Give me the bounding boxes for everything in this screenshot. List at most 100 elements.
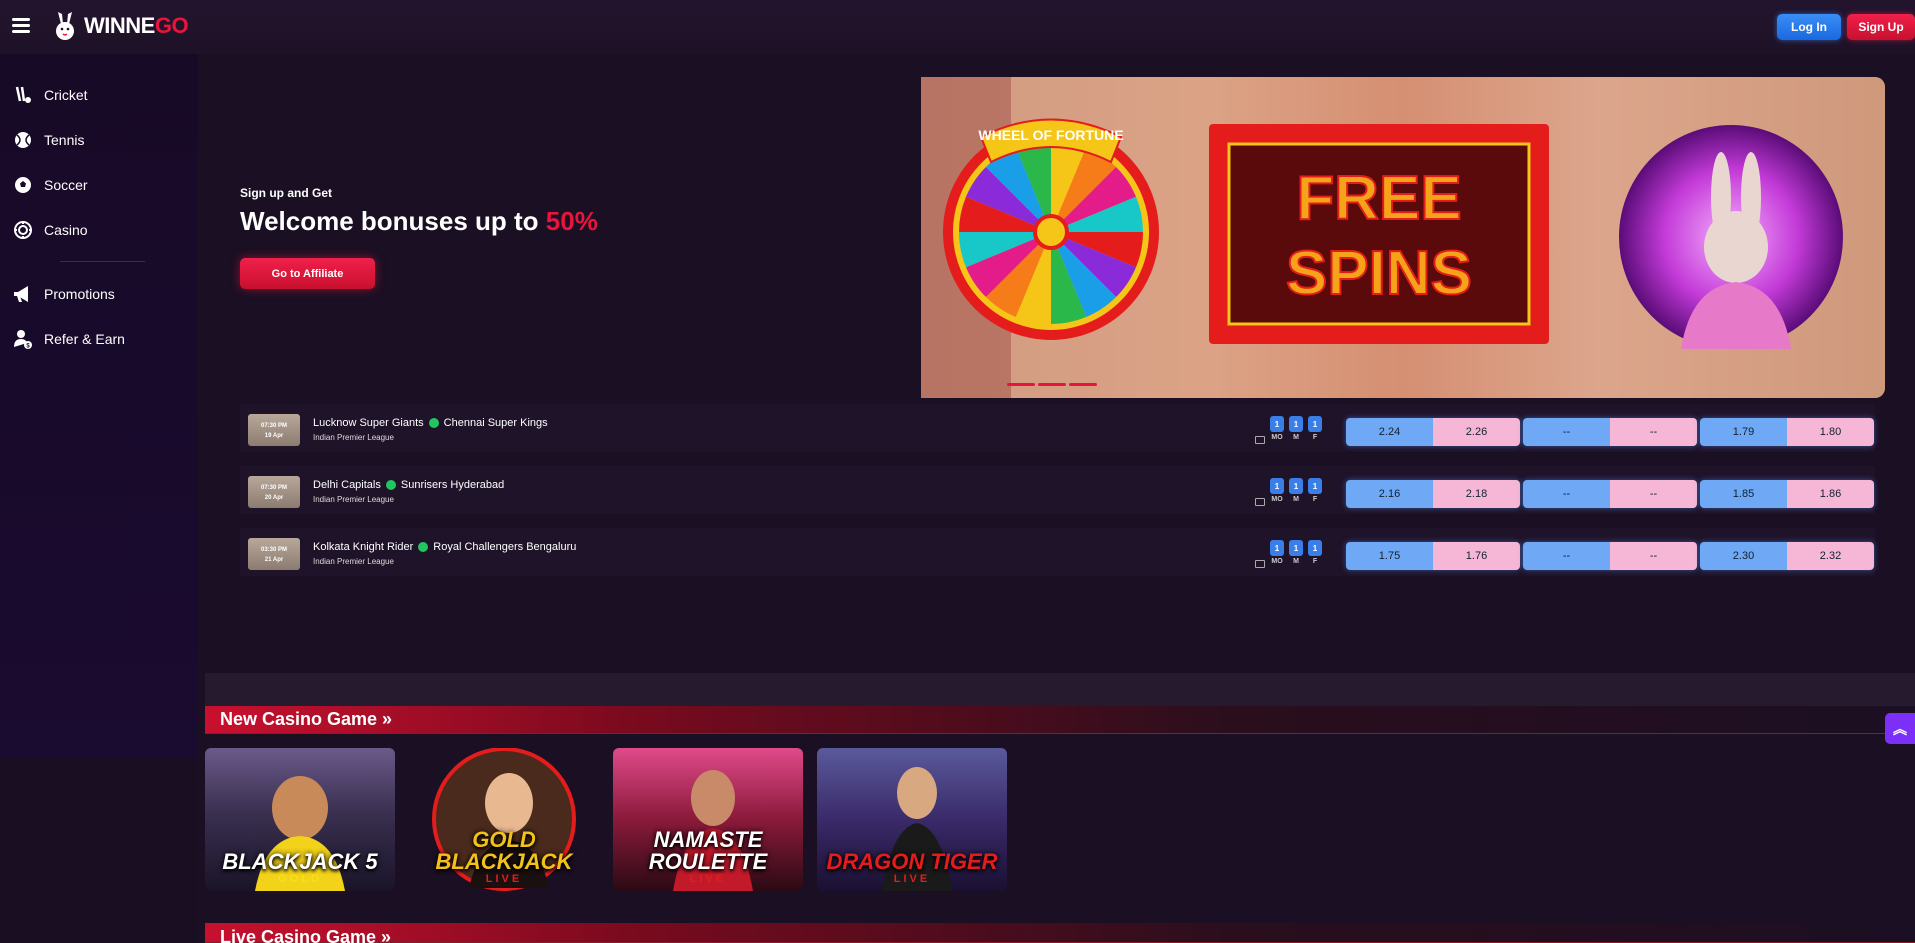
odds-back[interactable]: -- bbox=[1523, 542, 1610, 570]
odds-back[interactable]: -- bbox=[1523, 418, 1610, 446]
banner-dot[interactable] bbox=[1038, 383, 1066, 386]
team-a: Lucknow Super Giants bbox=[313, 417, 424, 429]
market-label: MO bbox=[1271, 558, 1283, 565]
match-row[interactable]: 03:30 PM 21 Apr Kolkata Knight Rider Royal… bbox=[240, 528, 1875, 576]
market-label: F bbox=[1312, 558, 1318, 565]
market-label: MO bbox=[1271, 434, 1283, 441]
odds-back[interactable]: 2.30 bbox=[1700, 542, 1787, 570]
sidebar-item-label: Cricket bbox=[44, 87, 88, 103]
tennis-icon bbox=[12, 129, 34, 151]
logo[interactable]: WINNEGO bbox=[50, 10, 189, 42]
odds-lay[interactable]: 2.26 bbox=[1433, 418, 1520, 446]
market-badge-m: 1 bbox=[1289, 540, 1303, 556]
odds-group-x: -- -- bbox=[1523, 480, 1697, 508]
market-label: F bbox=[1312, 496, 1318, 503]
odds-group-1: 2.16 2.18 bbox=[1346, 480, 1520, 508]
odds-group-2: 1.85 1.86 bbox=[1700, 480, 1874, 508]
sidebar: Cricket Tennis Soccer Casino Promotions … bbox=[0, 54, 198, 758]
odds-lay[interactable]: 1.76 bbox=[1433, 542, 1520, 570]
odds-back[interactable]: 1.75 bbox=[1346, 542, 1433, 570]
game-card-gold-blackjack[interactable]: GOLD BLACKJACK LIVE bbox=[409, 748, 599, 891]
market-badge-mo: 1 bbox=[1270, 540, 1284, 556]
game-card-blackjack-5[interactable]: BLACKJACK 5 GOLD bbox=[205, 748, 395, 891]
match-row[interactable]: 07:30 PM 19 Apr Lucknow Super Giants Chenn… bbox=[240, 404, 1875, 452]
odds-group-1: 1.75 1.76 bbox=[1346, 542, 1520, 570]
match-day: 19 Apr bbox=[264, 433, 284, 439]
tv-icon bbox=[1255, 498, 1265, 506]
cricket-icon bbox=[12, 84, 34, 106]
login-button[interactable]: Log In bbox=[1777, 14, 1841, 40]
odds-lay[interactable]: -- bbox=[1610, 418, 1697, 446]
match-teams[interactable]: Delhi Capitals Sunrisers Hyderabad bbox=[313, 479, 504, 491]
odds-back[interactable]: 2.24 bbox=[1346, 418, 1433, 446]
match-teams[interactable]: Kolkata Knight Rider Royal Challengers Be… bbox=[313, 541, 576, 553]
market-label: MO bbox=[1271, 496, 1283, 503]
match-day: 21 Apr bbox=[264, 557, 284, 563]
banner-dot[interactable] bbox=[1007, 383, 1035, 386]
logo-text-main: WINNE bbox=[84, 13, 155, 38]
promo-block: Sign up and Get Welcome bonuses up to 50… bbox=[240, 186, 598, 237]
game-title: NAMASTE ROULETTE bbox=[648, 827, 768, 874]
sidebar-item-tennis[interactable]: Tennis bbox=[12, 129, 84, 151]
odds-back[interactable]: 2.16 bbox=[1346, 480, 1433, 508]
section-header-new-casino[interactable]: New Casino Game » bbox=[205, 706, 1915, 734]
game-subtitle: LIVE bbox=[893, 873, 931, 885]
tv-icon bbox=[1255, 436, 1265, 444]
match-row[interactable]: 07:30 PM 20 Apr Delhi Capitals Sunrisers H… bbox=[240, 466, 1875, 514]
market-badge-f: 1 bbox=[1308, 478, 1322, 494]
megaphone-icon bbox=[12, 283, 34, 305]
wheel-title: WHEEL OF FORTUNE bbox=[978, 127, 1123, 143]
game-title: BLACKJACK 5 bbox=[222, 849, 378, 874]
market-badge-m: 1 bbox=[1289, 478, 1303, 494]
game-subtitle: LIVE bbox=[485, 873, 523, 885]
sidebar-item-label: Tennis bbox=[44, 132, 85, 148]
section-header-live-casino[interactable]: Live Casino Game » bbox=[205, 923, 1915, 943]
game-subtitle: LIVE bbox=[689, 873, 727, 885]
promo-banner[interactable]: WHEEL OF FORTUNE FREE SPINS bbox=[921, 77, 1885, 398]
odds-lay[interactable]: 2.32 bbox=[1787, 542, 1874, 570]
odds-back[interactable]: 1.85 bbox=[1700, 480, 1787, 508]
market-label: F bbox=[1312, 434, 1318, 441]
odds-lay[interactable]: -- bbox=[1610, 480, 1697, 508]
odds-group-2: 1.79 1.80 bbox=[1700, 418, 1874, 446]
market-badges: 1 MO 1 M 1 F bbox=[1255, 540, 1322, 568]
odds-lay[interactable]: 2.18 bbox=[1433, 480, 1520, 508]
game-card-namaste-roulette[interactable]: NAMASTE ROULETTE LIVE bbox=[613, 748, 803, 891]
signup-button[interactable]: Sign Up bbox=[1847, 14, 1915, 40]
free-spins-sign: FREE SPINS bbox=[1209, 124, 1549, 344]
sidebar-item-casino[interactable]: Casino bbox=[12, 219, 88, 241]
match-league: Indian Premier League bbox=[313, 433, 394, 442]
match-time: 07:30 PM bbox=[260, 485, 287, 491]
sidebar-item-label: Promotions bbox=[44, 286, 115, 302]
team-b: Sunrisers Hyderabad bbox=[400, 479, 505, 491]
sidebar-item-cricket[interactable]: Cricket bbox=[12, 84, 88, 106]
odds-back[interactable]: 1.79 bbox=[1700, 418, 1787, 446]
market-badge-mo: 1 bbox=[1270, 478, 1284, 494]
sidebar-item-soccer[interactable]: Soccer bbox=[12, 174, 88, 196]
sidebar-item-label: Casino bbox=[44, 222, 88, 238]
banner-dot[interactable] bbox=[1069, 383, 1097, 386]
promo-title-text: Welcome bonuses up to bbox=[240, 206, 546, 236]
banner-pagination[interactable] bbox=[1007, 383, 1097, 386]
game-card-dragon-tiger[interactable]: DRAGON TIGER LIVE bbox=[817, 748, 1007, 891]
market-badge-f: 1 bbox=[1308, 416, 1322, 432]
match-league: Indian Premier League bbox=[313, 557, 394, 566]
market-badge-f: 1 bbox=[1308, 540, 1322, 556]
match-time: 07:30 PM bbox=[260, 423, 287, 429]
odds-lay[interactable]: 1.86 bbox=[1787, 480, 1874, 508]
live-icon bbox=[385, 480, 396, 490]
go-to-affiliate-button[interactable]: Go to Affiliate bbox=[240, 258, 375, 289]
market-label: M bbox=[1293, 558, 1299, 565]
menu-icon[interactable] bbox=[12, 18, 30, 34]
market-label: M bbox=[1293, 496, 1299, 503]
sidebar-item-refer-earn[interactable]: $ Refer & Earn bbox=[12, 328, 125, 350]
market-label: M bbox=[1293, 434, 1299, 441]
odds-back[interactable]: -- bbox=[1523, 480, 1610, 508]
odds-lay[interactable]: -- bbox=[1610, 542, 1697, 570]
match-teams[interactable]: Lucknow Super Giants Chennai Super Kings bbox=[313, 417, 548, 429]
refer-icon: $ bbox=[12, 328, 34, 350]
sidebar-item-promotions[interactable]: Promotions bbox=[12, 283, 115, 305]
odds-group-2: 2.30 2.32 bbox=[1700, 542, 1874, 570]
scroll-to-top-button[interactable]: ︽ bbox=[1885, 713, 1915, 744]
odds-lay[interactable]: 1.80 bbox=[1787, 418, 1874, 446]
